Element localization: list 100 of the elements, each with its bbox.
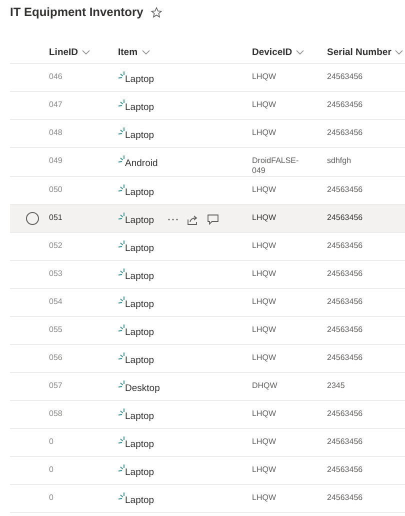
item-link[interactable]: Desktop — [125, 373, 160, 394]
table-cell-text: 058 — [49, 408, 64, 419]
sparkle-icon — [118, 296, 125, 304]
table-cell-text: 24563456 — [327, 464, 364, 475]
sparkle-icon — [118, 127, 125, 135]
table-cell-text: 053 — [49, 268, 64, 279]
sparkle-icon — [118, 268, 125, 276]
table-cell-text: LHQW — [252, 127, 277, 138]
sparkle-icon — [118, 240, 125, 248]
table-cell-text: LHQW — [252, 408, 277, 419]
table-cell-text: LHQW — [252, 352, 277, 363]
sparkle-icon — [118, 408, 125, 416]
sparkle-icon — [118, 184, 125, 192]
item-link[interactable]: Laptop — [125, 457, 154, 478]
table-cell-text: 051 — [49, 212, 64, 223]
item-link[interactable]: Laptop — [125, 120, 154, 141]
table-cell-text: 056 — [49, 352, 64, 363]
list-row[interactable]: 047 Laptop LHQW 24563456 — [10, 92, 405, 120]
comment-icon[interactable] — [207, 214, 220, 225]
item-link[interactable]: Laptop — [125, 177, 154, 198]
sparkle-icon — [118, 71, 125, 79]
table-cell-text: LHQW — [252, 240, 277, 251]
table-cell-text: 055 — [49, 324, 64, 335]
item-link[interactable]: Laptop — [125, 289, 154, 310]
list-row[interactable]: 0 Laptop LHQW 24563456 — [10, 457, 405, 485]
table-cell-text: 050 — [49, 184, 64, 195]
table-cell-text: 24563456 — [327, 99, 364, 110]
sparkle-icon — [118, 99, 125, 107]
list-row[interactable]: 0 Laptop LHQW 24563456 — [10, 429, 405, 457]
table-cell-text: 046 — [49, 71, 64, 82]
list-row[interactable]: 055 Laptop LHQW 24563456 — [10, 317, 405, 345]
table-cell-text: LHQW — [252, 464, 277, 475]
table-cell-text: sdhfgh — [327, 155, 352, 166]
sparkle-icon — [118, 380, 125, 388]
sparkle-icon — [118, 464, 125, 472]
list-row[interactable]: 052 Laptop LHQW 24563456 — [10, 233, 405, 261]
column-header[interactable]: Serial Number — [327, 46, 404, 58]
chevron-icon — [296, 50, 304, 54]
table-cell-text: 24563456 — [327, 296, 364, 307]
item-link[interactable]: Laptop — [125, 345, 154, 366]
item-link[interactable]: Laptop — [125, 233, 154, 254]
sparkle-icon — [118, 436, 125, 444]
table-cell-text: 0 — [49, 436, 54, 447]
item-link[interactable]: Laptop — [125, 261, 154, 282]
table-cell-text: 24563456 — [327, 324, 364, 335]
item-link[interactable]: Laptop — [125, 64, 154, 85]
list-row[interactable]: 046 Laptop LHQW 24563456 — [10, 64, 405, 92]
table-cell-text: DroidFALSE-049 — [252, 155, 300, 176]
list-row[interactable]: 058 Laptop LHQW 24563456 — [10, 401, 405, 429]
table-cell-text: LHQW — [252, 492, 277, 503]
item-link[interactable]: Laptop — [125, 429, 154, 450]
more-icon[interactable] — [168, 218, 178, 221]
table-cell-text: 24563456 — [327, 184, 364, 195]
sparkle-icon — [118, 324, 125, 332]
list-row[interactable]: 054 Laptop LHQW 24563456 — [10, 289, 405, 317]
list-row[interactable]: 0 Laptop LHQW 24563456 — [10, 485, 405, 513]
table-cell-text: LHQW — [252, 184, 277, 195]
table-cell-text: LHQW — [252, 99, 277, 110]
sparkle-icon — [118, 155, 125, 163]
list-row[interactable]: 048 Laptop LHQW 24563456 — [10, 120, 405, 148]
table-cell-text: 24563456 — [327, 240, 364, 251]
item-link[interactable]: Android — [125, 148, 158, 169]
sparkle-icon — [118, 212, 125, 220]
list-row[interactable]: 053 Laptop LHQW 24563456 — [10, 261, 405, 289]
table-cell-text: 24563456 — [327, 492, 364, 503]
list-row[interactable]: 051 Laptop LHQW 24563456 — [10, 205, 405, 233]
table-cell-text: 054 — [49, 296, 64, 307]
table-cell-text: 052 — [49, 240, 64, 251]
table-cell-text: 0 — [49, 464, 54, 475]
item-link[interactable]: Laptop — [125, 317, 154, 338]
item-link[interactable]: Laptop — [125, 401, 154, 422]
table-cell-text: 2345 — [327, 380, 346, 391]
table-cell-text: LHQW — [252, 296, 277, 307]
row-select-circle[interactable] — [26, 212, 39, 225]
list-row[interactable]: 057 Desktop DHQW 2345 — [10, 373, 405, 401]
table-cell-text: DHQW — [252, 380, 278, 391]
list-title: IT Equipment Inventory — [10, 5, 144, 19]
item-link[interactable]: Laptop — [125, 92, 154, 113]
table-cell-text: 048 — [49, 127, 64, 138]
table-cell-text: 047 — [49, 99, 64, 110]
table-cell-text: LHQW — [252, 324, 277, 335]
column-header[interactable]: LineID — [49, 46, 90, 58]
list-row[interactable]: 056 Laptop LHQW 24563456 — [10, 345, 405, 373]
sparkle-icon — [118, 352, 125, 360]
share-icon[interactable] — [187, 214, 198, 224]
table-cell-text: 0 — [49, 492, 54, 503]
star-icon[interactable] — [151, 6, 162, 18]
chevron-icon — [142, 50, 150, 54]
list-row[interactable]: 049 Android DroidFALSE-049 sdhfgh — [10, 148, 405, 177]
table-cell-text: LHQW — [252, 268, 277, 279]
table-cell-text: 24563456 — [327, 127, 364, 138]
column-header[interactable]: Item — [118, 46, 150, 58]
table-cell-text: 049 — [49, 155, 64, 166]
table-cell-text: 24563456 — [327, 408, 364, 419]
table-cell-text: 24563456 — [327, 212, 364, 223]
item-link[interactable]: Laptop — [125, 205, 154, 226]
sparkle-icon — [118, 492, 125, 500]
table-cell-text: LHQW — [252, 71, 277, 82]
item-link[interactable]: Laptop — [125, 485, 154, 506]
column-header[interactable]: DeviceID — [252, 46, 304, 58]
